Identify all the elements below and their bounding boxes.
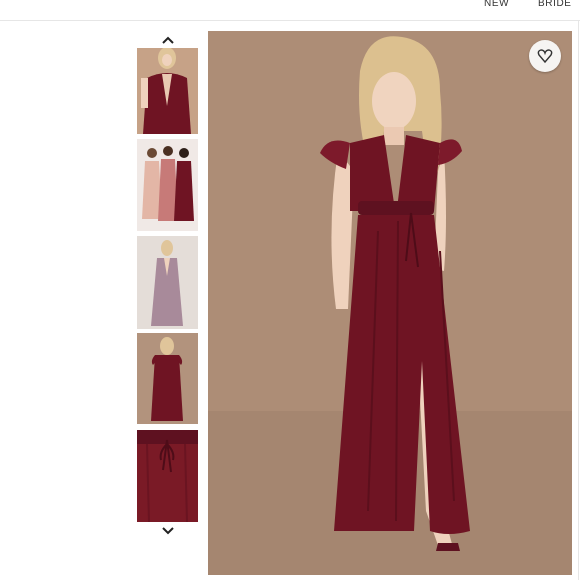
chevron-down-icon[interactable] (160, 524, 176, 536)
model-in-burgundy-maxi-dress (208, 31, 572, 575)
main-product-image[interactable] (208, 31, 572, 575)
thumbnail-mauve-dress[interactable] (137, 236, 198, 329)
thumbnail-model-front[interactable] (137, 48, 198, 134)
nav-bride-link[interactable]: BRIDE (538, 0, 572, 9)
thumbnail-waist-tie-detail[interactable] (137, 430, 198, 522)
thumbnail-back-view[interactable] (137, 333, 198, 424)
heart-icon (537, 49, 553, 64)
model-front-image (137, 48, 198, 134)
mauve-dress-image (137, 236, 198, 329)
nav-new-link[interactable]: NEW (484, 0, 509, 9)
thumbnail-group-bridesmaids[interactable] (137, 139, 198, 231)
back-view-image (137, 333, 198, 424)
favorite-button[interactable] (529, 40, 561, 72)
group-image (137, 139, 198, 231)
top-navigation: NEW BRIDE (0, 0, 580, 21)
chevron-up-icon[interactable] (160, 33, 176, 45)
right-divider (578, 20, 579, 580)
waist-tie-detail-image (137, 430, 198, 522)
